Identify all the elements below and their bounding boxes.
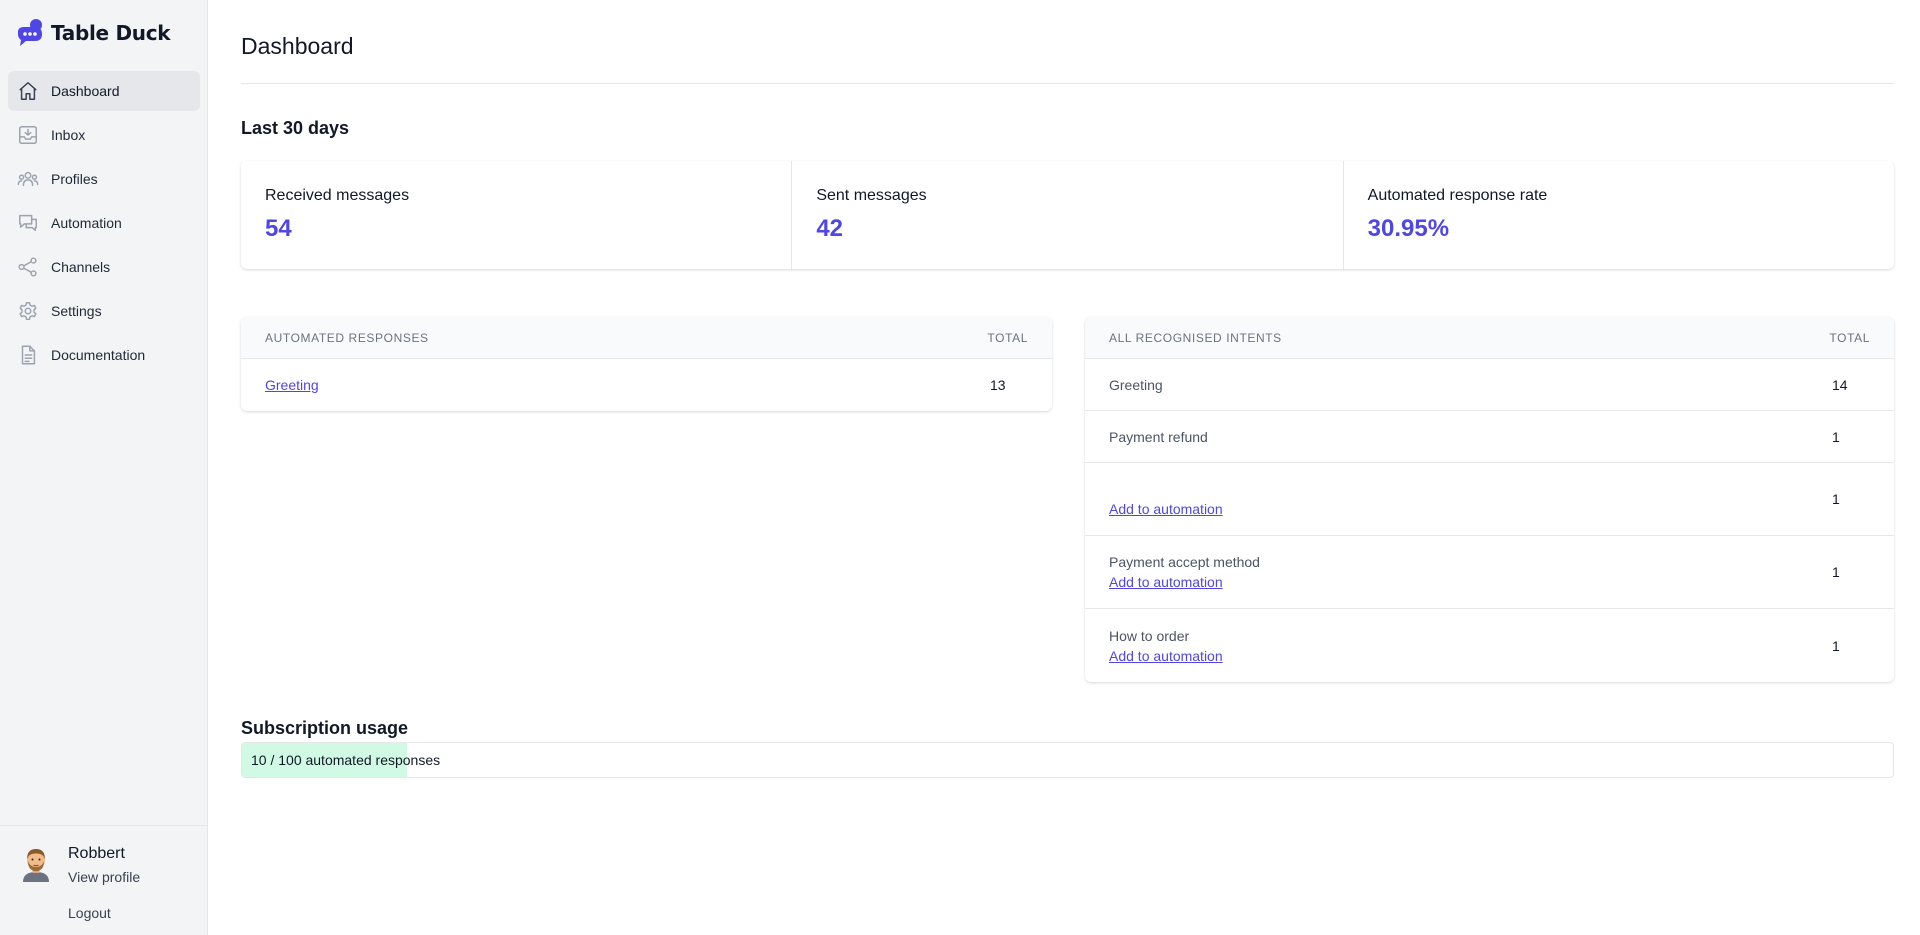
home-icon (17, 80, 39, 102)
row-total: 13 (990, 377, 1006, 393)
divider (241, 83, 1894, 84)
sidebar: Table Duck Dashboard Inbox Profiles Auto… (0, 0, 208, 935)
duck-logo-icon (18, 19, 42, 46)
user-name: Robbert (68, 845, 125, 862)
sidebar-item-label: Inbox (51, 127, 86, 143)
stat-automated-response-rate: Automated response rate 30.95% (1342, 161, 1894, 269)
sidebar-item-settings[interactable]: Settings (8, 291, 200, 331)
subscription-usage-title: Subscription usage (241, 718, 409, 738)
stat-received-messages: Received messages 54 (241, 161, 791, 269)
stat-label: Automated response rate (1367, 187, 1548, 204)
automated-response-link[interactable]: Greeting (265, 375, 319, 395)
brand-name: Table Duck (51, 21, 171, 45)
intent-name: Payment accept method (1109, 554, 1260, 570)
column-header-name: All recognised intents (1109, 330, 1282, 345)
sidebar-item-label: Channels (51, 259, 111, 275)
table-row: Greeting 13 (241, 359, 1052, 411)
period-title: Last 30 days (241, 118, 350, 138)
add-to-automation-link[interactable]: Add to automation (1109, 646, 1223, 666)
sidebar-item-label: Settings (51, 303, 102, 319)
stat-value: 54 (265, 215, 292, 242)
sidebar-item-documentation[interactable]: Documentation (8, 335, 200, 375)
add-to-automation-link[interactable]: Add to automation (1109, 572, 1260, 592)
row-total: 1 (1832, 428, 1840, 445)
users-icon (17, 168, 39, 190)
row-total: 14 (1832, 376, 1848, 393)
sidebar-item-label: Profiles (51, 171, 98, 187)
usage-label: 10 / 100 automated responses (251, 752, 441, 768)
sidebar-item-inbox[interactable]: Inbox (8, 115, 200, 155)
sidebar-item-automation[interactable]: Automation (8, 203, 200, 243)
table-row: Greeting 14 (1085, 359, 1894, 411)
document-icon (17, 344, 39, 366)
column-header-total: Total (1829, 330, 1870, 345)
sidebar-item-label: Dashboard (51, 83, 120, 99)
sidebar-nav: Dashboard Inbox Profiles Automation Chan… (8, 71, 200, 379)
intent-name: Greeting (1109, 376, 1163, 393)
sidebar-item-channels[interactable]: Channels (8, 247, 200, 287)
sidebar-item-profiles[interactable]: Profiles (8, 159, 200, 199)
inbox-icon (17, 124, 39, 146)
stats-card: Received messages 54 Sent messages 42 Au… (241, 161, 1894, 269)
table-row: How to order Add to automation 1 (1085, 609, 1894, 682)
intent-name: How to order (1109, 627, 1190, 644)
automated-responses-table: Automated responses Total Greeting 13 (241, 317, 1052, 411)
user-profile: Robbert View profile Logout (0, 825, 207, 935)
column-header-total: Total (987, 330, 1028, 345)
add-to-automation-link[interactable]: Add to automation (1109, 499, 1223, 519)
sidebar-item-label: Documentation (51, 347, 146, 363)
stat-label: Received messages (265, 187, 410, 204)
sidebar-item-dashboard[interactable]: Dashboard (8, 71, 200, 111)
view-profile-link[interactable]: View profile (68, 869, 140, 885)
stat-value: 42 (816, 215, 844, 242)
gear-icon (17, 300, 39, 322)
stat-sent-messages: Sent messages 42 (791, 161, 1342, 269)
recognised-intents-table: All recognised intents Total Greeting 14… (1085, 317, 1894, 682)
table-row: Add to automation 1 (1085, 463, 1894, 536)
chat-icon (17, 212, 39, 234)
stat-label: Sent messages (816, 187, 927, 204)
intent-name: Payment refund (1109, 428, 1208, 445)
table-header: Automated responses Total (241, 317, 1052, 359)
intent-name (1109, 479, 1223, 499)
page-title: Dashboard (241, 33, 354, 59)
share-icon (17, 256, 39, 278)
table-row: Payment refund 1 (1085, 411, 1894, 463)
logout-link[interactable]: Logout (68, 905, 111, 921)
table-row: Payment accept method Add to automation … (1085, 536, 1894, 609)
subscription-usage-bar: 10 / 100 automated responses (241, 742, 1894, 778)
brand-logo[interactable]: Table Duck (15, 18, 171, 48)
row-total: 1 (1832, 637, 1840, 654)
row-total: 1 (1832, 491, 1840, 507)
table-header: All recognised intents Total (1085, 317, 1894, 359)
row-total: 1 (1832, 564, 1840, 580)
avatar[interactable] (20, 846, 52, 882)
sidebar-item-label: Automation (51, 215, 122, 231)
stat-value: 30.95% (1367, 215, 1450, 242)
column-header-name: Automated responses (265, 330, 429, 345)
